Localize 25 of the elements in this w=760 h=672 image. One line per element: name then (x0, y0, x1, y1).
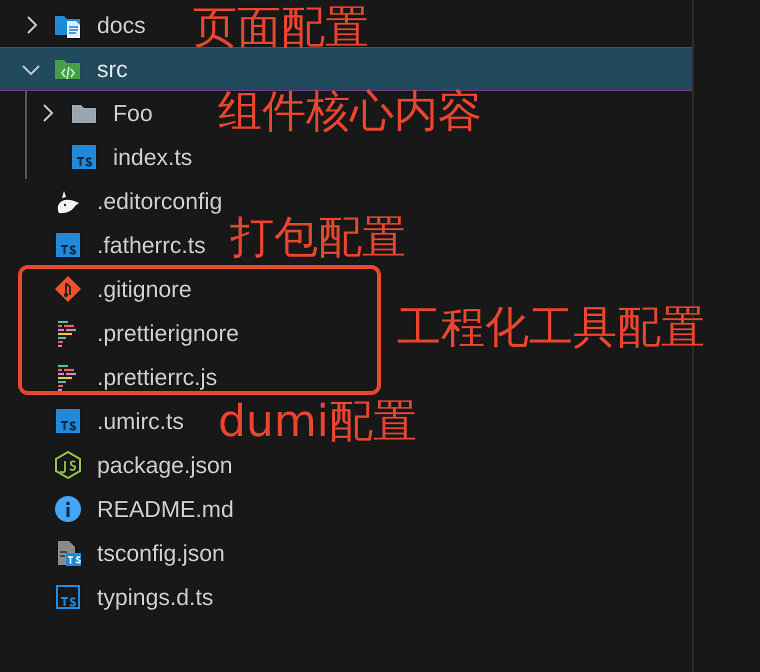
file-name[interactable]: package.json (97, 448, 233, 482)
file-icon (54, 583, 82, 611)
file-name[interactable]: .gitignore (97, 272, 192, 306)
file-icon (54, 231, 82, 259)
annotation-text: 工程化工具配置 (397, 308, 705, 348)
file-name[interactable]: tsconfig.json (97, 536, 225, 570)
info-icon (54, 495, 82, 523)
diamond-icon (54, 275, 82, 303)
file-name[interactable]: .umirc.ts (97, 404, 184, 438)
file-name[interactable]: README.md (97, 492, 234, 526)
file-icon (54, 407, 82, 435)
annotation-text: dumi配置 (218, 402, 417, 442)
file-name[interactable]: .fatherrc.ts (97, 228, 206, 262)
folder-name[interactable]: docs (97, 8, 146, 42)
file-icon (70, 143, 98, 171)
file-name[interactable]: typings.d.ts (97, 580, 214, 614)
file-name[interactable]: .prettierignore (97, 316, 239, 350)
folder-name[interactable]: src (97, 52, 128, 86)
annotation-text: 页面配置 (193, 8, 369, 48)
file-name[interactable]: .prettierrc.js (97, 360, 218, 394)
hexagon-icon (54, 451, 82, 479)
annotation-text: 打包配置 (230, 218, 406, 258)
file-name[interactable]: .editorconfig (97, 184, 222, 218)
file-name[interactable]: index.ts (113, 140, 192, 174)
folder-name[interactable]: Foo (113, 96, 153, 130)
